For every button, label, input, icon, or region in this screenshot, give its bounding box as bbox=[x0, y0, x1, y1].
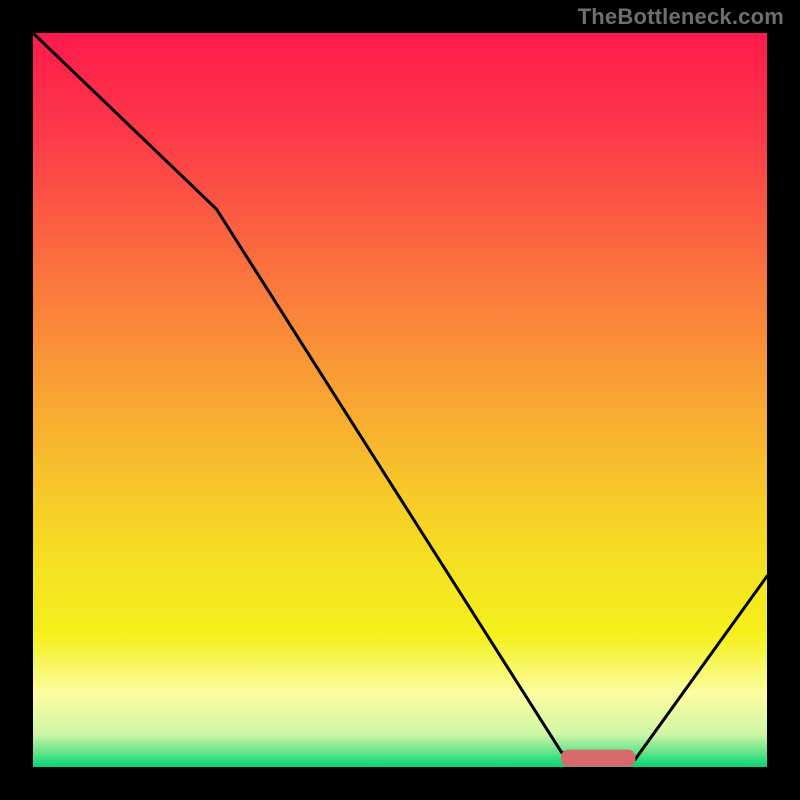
chart-frame: TheBottleneck.com bbox=[0, 0, 800, 800]
attribution-text: TheBottleneck.com bbox=[578, 4, 784, 30]
plot-area bbox=[33, 33, 767, 767]
current-config-marker bbox=[562, 750, 635, 766]
bottleneck-plot bbox=[33, 33, 767, 767]
gradient-background bbox=[33, 33, 767, 767]
